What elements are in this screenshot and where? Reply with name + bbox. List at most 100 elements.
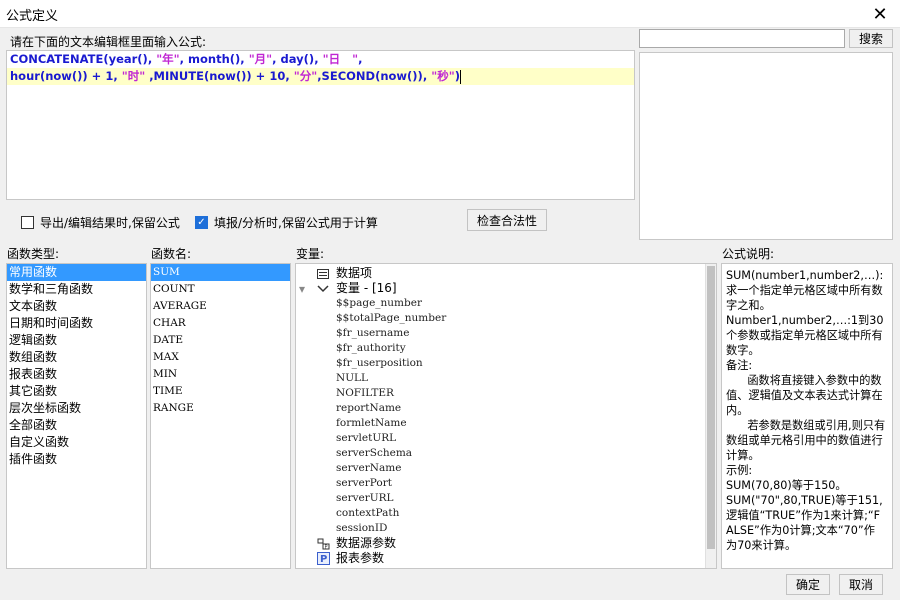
description-label: 公式说明:	[722, 247, 775, 261]
function-type-item[interactable]: 层次坐标函数	[7, 400, 146, 417]
checkbox-icon[interactable]	[21, 216, 34, 229]
tree-item-label: serverURL	[336, 492, 394, 504]
tree-item-label: serverName	[336, 462, 402, 474]
tree-item-variable[interactable]: sessionID	[296, 521, 704, 536]
tree-item-label: NULL	[336, 372, 368, 384]
tree-item-variable[interactable]: contextPath	[296, 506, 704, 521]
function-type-item[interactable]: 数组函数	[7, 349, 146, 366]
tree-item-variable[interactable]: $$page_number	[296, 296, 704, 311]
formula-line[interactable]: CONCATENATE(year(), "年", month(), "月", d…	[7, 51, 634, 68]
tree-item-label: $fr_username	[336, 327, 410, 339]
checkbox-label: 填报/分析时,保留公式用于计算	[214, 216, 378, 230]
tree-item-variables[interactable]: 变量 - [16]	[296, 281, 704, 296]
description-paragraph: 函数将直接键入参数中的数值、逻辑值及文本表达式计算在内。	[726, 374, 883, 417]
function-name-item[interactable]: COUNT	[151, 281, 290, 298]
tree-item-variable[interactable]: $fr_authority	[296, 341, 704, 356]
search-input[interactable]	[639, 29, 845, 48]
description-paragraph: 若参数是数组或引用,则只有数组或单元格引用中的数值进行计算。	[726, 419, 886, 462]
function-name-item[interactable]: SUM	[151, 264, 290, 281]
tree-item-label: 变量 - [16]	[336, 281, 397, 295]
function-name-item[interactable]: TIME	[151, 383, 290, 400]
variable-icon	[316, 282, 330, 295]
tree-item-label: formletName	[336, 417, 407, 429]
scrollbar-thumb[interactable]	[707, 266, 715, 549]
description-paragraph: 示例:	[726, 464, 753, 477]
tree-item-variable[interactable]: servletURL	[296, 431, 704, 446]
tree-item-label: reportName	[336, 402, 402, 414]
checkbox-label: 导出/编辑结果时,保留公式	[40, 216, 180, 230]
formula-description: SUM(number1,number2,…): 求一个指定单元格区域中所有数字之…	[721, 263, 893, 569]
keep-formula-export-checkbox[interactable]: 导出/编辑结果时,保留公式	[21, 214, 180, 231]
tree-item-datasource-params[interactable]: P 数据源参数	[296, 536, 704, 551]
tree-item-variable[interactable]: formletName	[296, 416, 704, 431]
function-type-item[interactable]: 数学和三角函数	[7, 281, 146, 298]
search-button[interactable]: 搜索	[849, 29, 893, 48]
search-results-panel	[639, 52, 893, 240]
variables-label: 变量:	[296, 247, 325, 261]
cancel-button[interactable]: 取消	[839, 574, 883, 595]
function-type-item[interactable]: 文本函数	[7, 298, 146, 315]
tree-item-label: $$page_number	[336, 297, 422, 309]
keep-formula-fill-checkbox[interactable]: ✓ 填报/分析时,保留公式用于计算	[195, 214, 378, 231]
tree-item-report-params[interactable]: P 报表参数	[296, 551, 704, 566]
tree-item-label: $$totalPage_number	[336, 312, 447, 324]
tree-item-label: $fr_authority	[336, 342, 406, 354]
function-name-item[interactable]: RANGE	[151, 400, 290, 417]
function-name-list[interactable]: SUM COUNT AVERAGE CHAR DATE MAX MIN TIME RANGE	[150, 263, 291, 569]
checkbox-icon[interactable]: ✓	[195, 216, 208, 229]
validate-button[interactable]: 检查合法性	[467, 209, 547, 231]
svg-text:P: P	[320, 554, 327, 565]
tree-item-label: 数据源参数	[336, 536, 397, 550]
title-bar: 公式定义 ✕	[0, 0, 900, 28]
tree-item-label: sessionID	[336, 522, 388, 534]
function-type-item[interactable]: 全部函数	[7, 417, 146, 434]
tree-item-variable[interactable]: serverURL	[296, 491, 704, 506]
tree-item-label: 数据项	[336, 266, 373, 280]
tree-item-variable[interactable]: NULL	[296, 371, 704, 386]
tree-item-variable[interactable]: $$totalPage_number	[296, 311, 704, 326]
tree-item-variable[interactable]: serverName	[296, 461, 704, 476]
description-paragraph: Number1,number2,…:1到30个参数或指定单元格区域中所有数字。	[726, 314, 884, 357]
variable-tree[interactable]: 数据项 变量 - [16] ▾ $$page_number $$totalPage_nu…	[295, 263, 717, 569]
tree-item-label: contextPath	[336, 507, 400, 519]
function-type-list[interactable]: 常用函数 数学和三角函数 文本函数 日期和时间函数 逻辑函数 数组函数 报表函数 其它函数 层次…	[6, 263, 147, 569]
tree-item-variable[interactable]: serverSchema	[296, 446, 704, 461]
tree-item-variable[interactable]: reportName	[296, 401, 704, 416]
tree-item-variable[interactable]: NOFILTER	[296, 386, 704, 401]
function-type-item[interactable]: 插件函数	[7, 451, 146, 468]
tree-item-label: servletURL	[336, 432, 397, 444]
formula-line[interactable]: hour(now()) + 1, "时" ,MINUTE(now()) + 10…	[7, 68, 634, 85]
tree-item-label: 报表参数	[336, 551, 385, 565]
variable-scrollbar[interactable]	[705, 264, 716, 568]
function-name-item[interactable]: AVERAGE	[151, 298, 290, 315]
function-name-item[interactable]: MIN	[151, 366, 290, 383]
svg-text:P: P	[324, 544, 327, 550]
function-name-item[interactable]: MAX	[151, 349, 290, 366]
function-type-item[interactable]: 其它函数	[7, 383, 146, 400]
parameter-icon: P	[316, 552, 330, 565]
datasource-icon: P	[316, 537, 330, 550]
function-name-label: 函数名:	[151, 247, 192, 261]
tree-item-data[interactable]: 数据项	[296, 266, 704, 281]
table-icon	[316, 267, 330, 280]
formula-editor[interactable]: CONCATENATE(year(), "年", month(), "月", d…	[6, 50, 635, 200]
function-type-item[interactable]: 日期和时间函数	[7, 315, 146, 332]
chevron-down-icon[interactable]: ▾	[299, 282, 305, 296]
function-type-item[interactable]: 逻辑函数	[7, 332, 146, 349]
tree-item-variable[interactable]: $fr_username	[296, 326, 704, 341]
description-paragraph: SUM(number1,number2,…): 求一个指定单元格区域中所有数字之…	[726, 269, 887, 312]
close-icon[interactable]: ✕	[860, 0, 900, 28]
ok-button[interactable]: 确定	[786, 574, 830, 595]
function-name-item[interactable]: DATE	[151, 332, 290, 349]
tree-item-label: serverPort	[336, 477, 392, 489]
function-type-item[interactable]: 常用函数	[7, 264, 146, 281]
function-name-item[interactable]: CHAR	[151, 315, 290, 332]
tree-item-label: $fr_userposition	[336, 357, 423, 369]
tree-item-label: NOFILTER	[336, 387, 394, 399]
description-paragraph: SUM(70,80)等于150。	[726, 479, 847, 492]
tree-item-variable[interactable]: $fr_userposition	[296, 356, 704, 371]
function-type-item[interactable]: 自定义函数	[7, 434, 146, 451]
tree-item-variable[interactable]: serverPort	[296, 476, 704, 491]
description-paragraph: SUM("70",80,TRUE)等于151,逻辑值“TRUE”作为1来计算;“…	[726, 494, 883, 552]
function-type-item[interactable]: 报表函数	[7, 366, 146, 383]
